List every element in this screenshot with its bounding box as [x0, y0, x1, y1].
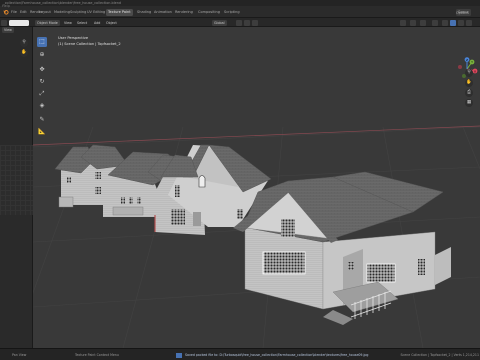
overlay-toggle-icon[interactable]: [420, 19, 426, 26]
gizmo-toggle-icon[interactable]: [410, 19, 416, 26]
menu-object[interactable]: Object: [104, 20, 119, 26]
tab-rendering[interactable]: Rendering: [173, 9, 195, 16]
status-pan-view: Pan View: [12, 353, 27, 357]
menu-select[interactable]: Select: [75, 20, 89, 26]
left-zoom-icon[interactable]: ⚲: [20, 39, 28, 47]
status-context-menu: Texture Paint Context Menu: [75, 353, 119, 357]
left-canvas-grid: [0, 145, 33, 215]
select-box-icon[interactable]: ⬚: [37, 37, 47, 47]
perspective-toggle-icon[interactable]: ▦: [465, 99, 473, 107]
viewport-scene: [33, 125, 480, 348]
tab-texture-paint[interactable]: Texture Paint: [106, 9, 133, 16]
left-editor-panel: View ⚲ ✋: [0, 27, 33, 348]
shading-rendered-icon[interactable]: [466, 19, 472, 26]
move-icon[interactable]: ✥: [37, 65, 47, 75]
shading-solid-icon[interactable]: [450, 19, 456, 26]
pan-view-icon[interactable]: ✋: [465, 79, 473, 87]
window-title: _collection\Farmhouse_collection\blender…: [3, 1, 122, 5]
tab-animation[interactable]: Animation: [152, 9, 174, 16]
cursor-icon[interactable]: ⊕: [37, 50, 47, 60]
gizmo-z-label: Z: [466, 58, 468, 62]
status-bar: Pan View Texture Paint Context Menu Save…: [0, 348, 480, 360]
measure-icon[interactable]: 📐: [37, 127, 47, 137]
rotate-icon[interactable]: ↻: [37, 77, 47, 87]
left-pan-icon[interactable]: ✋: [20, 49, 28, 57]
shading-material-icon[interactable]: [458, 19, 464, 26]
zoom-view-icon[interactable]: ⚲: [465, 69, 473, 77]
info-icon: [176, 352, 182, 358]
status-message: Saved packed file to: D:\Turbosquid\free…: [185, 353, 369, 357]
house-model-4: [233, 171, 451, 325]
camera-view-icon[interactable]: ⎙: [465, 89, 473, 97]
status-scene-info: Scene Collection | Topfsocket_2 | Verts …: [400, 353, 479, 357]
menu-view[interactable]: View: [62, 20, 74, 26]
brush-slot-field[interactable]: [9, 19, 29, 26]
annotate-icon[interactable]: ✎: [37, 115, 47, 125]
orientation-selector[interactable]: Global: [212, 19, 227, 26]
mode-selector[interactable]: Object Mode: [35, 19, 60, 26]
shading-wireframe-icon[interactable]: [442, 19, 448, 26]
editor-type-icon[interactable]: [1, 19, 7, 26]
left-panel-view-menu[interactable]: View: [2, 27, 14, 33]
options-menu[interactable]: Options: [454, 10, 471, 16]
editor-header: Object Mode View Select Add Object Globa…: [0, 11, 480, 27]
gizmo-x-label: X: [474, 69, 476, 73]
proportional-edit-icon[interactable]: [252, 19, 258, 26]
3d-viewport[interactable]: User Perspective (1) Scene Collection | …: [33, 27, 480, 348]
tab-layout[interactable]: Layout: [37, 9, 53, 16]
x-axis-line: [33, 125, 480, 146]
tab-compositing[interactable]: Compositing: [196, 9, 222, 16]
scale-icon[interactable]: ⤢: [37, 89, 47, 99]
collection-info-label: (1) Scene Collection | Topfsocket_2: [58, 42, 121, 46]
workspace-topbar: File Edit Render Help Layout Modeling Sc…: [0, 3, 480, 18]
transform-icon[interactable]: ◈: [37, 101, 47, 111]
tab-shading[interactable]: Shading: [135, 9, 153, 16]
pivot-icon[interactable]: [236, 19, 242, 26]
snap-icon[interactable]: [244, 19, 250, 26]
menu-add[interactable]: Add: [92, 20, 102, 26]
tab-uv-editing[interactable]: UV Editing: [85, 9, 107, 16]
gizmo-y-label: Y: [471, 60, 473, 64]
xray-icon[interactable]: [432, 19, 438, 26]
visibility-icon[interactable]: [400, 19, 406, 26]
menu-help[interactable]: Help: [0, 3, 12, 10]
tab-scripting[interactable]: Scripting: [222, 9, 242, 16]
view-perspective-label: User Perspective: [58, 36, 89, 40]
